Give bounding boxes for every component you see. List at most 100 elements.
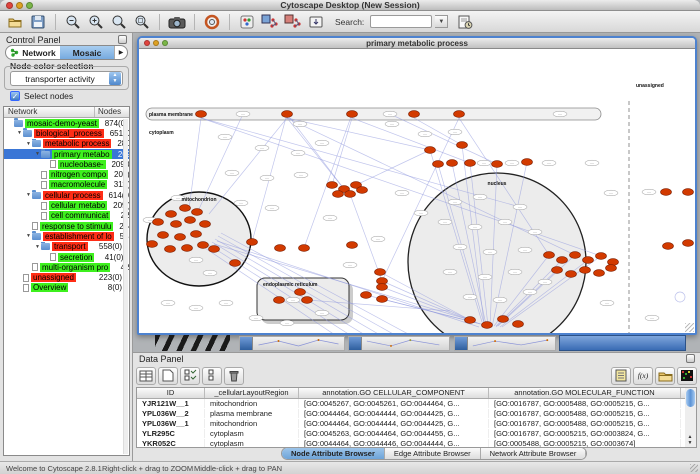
tree-scrollbar[interactable] [123, 119, 128, 454]
network-node-selected[interactable] [295, 289, 306, 296]
network-node-selected[interactable] [275, 245, 286, 252]
network-node-selected[interactable] [596, 253, 607, 260]
tree-row[interactable]: ▼biological_process651(0) [4, 128, 129, 138]
network-import-blue-icon[interactable] [260, 13, 280, 31]
tree-expander-icon[interactable]: ▼ [25, 233, 32, 239]
snapshot-camera-icon[interactable] [167, 13, 187, 31]
select-all-icon[interactable] [136, 367, 156, 385]
network-node-selected[interactable] [171, 221, 182, 228]
network-node-selected[interactable] [454, 111, 465, 118]
network-node-selected[interactable] [361, 292, 372, 299]
network-node-selected[interactable] [230, 260, 241, 267]
network-node-selected[interactable] [282, 111, 293, 118]
network-node-selected[interactable] [274, 297, 285, 304]
tree-row[interactable]: response to stimulu264(0) [4, 221, 129, 231]
close-network-button[interactable] [144, 40, 150, 46]
open-file-icon[interactable] [5, 13, 25, 31]
table-column-header[interactable]: ID [137, 388, 205, 398]
zoom-fit-icon[interactable] [132, 13, 152, 31]
formula-builder-icon[interactable]: f(x) [633, 367, 653, 385]
search-input[interactable] [370, 15, 432, 28]
tab-node-attribute-browser[interactable]: Node Attribute Browser [282, 448, 385, 459]
tab-edge-attribute-browser[interactable]: Edge Attribute Browser [385, 448, 481, 459]
tree-row[interactable]: cell communicat22(0) [4, 211, 129, 221]
help-lifering-icon[interactable] [202, 13, 222, 31]
network-node-selected[interactable] [522, 159, 533, 166]
tree-row[interactable]: nucleobase-209(0) [4, 159, 129, 169]
network-node-selected[interactable] [465, 160, 476, 167]
minimize-window-button[interactable] [16, 2, 23, 9]
network-window-resize-grip[interactable] [685, 323, 694, 332]
network-node-selected[interactable] [498, 316, 509, 323]
float-panel-icon[interactable] [118, 35, 127, 44]
table-column-header[interactable]: annotation.GO CELLULAR_COMPONENT [299, 388, 489, 398]
tree-expander-icon[interactable]: ▼ [25, 192, 32, 198]
zoom-out-icon[interactable] [63, 13, 83, 31]
network-node-selected[interactable] [375, 269, 386, 276]
network-node-selected[interactable] [606, 265, 617, 272]
tree-row[interactable]: Overview8(0) [4, 283, 129, 293]
network-import-red-icon[interactable] [283, 13, 303, 31]
tree-expander-icon[interactable]: ▼ [34, 151, 41, 157]
network-node-selected[interactable] [594, 270, 605, 277]
network-node-selected[interactable] [583, 257, 594, 264]
tree-expander-icon[interactable]: ▼ [25, 141, 32, 147]
network-node-selected[interactable] [192, 209, 203, 216]
table-scrollbar[interactable]: ▲▼ [685, 387, 697, 448]
zoom-selected-icon[interactable] [109, 13, 129, 31]
tab-network-attribute-browser[interactable]: Network Attribute Browser [481, 448, 587, 459]
network-node-selected[interactable] [165, 246, 176, 253]
table-row[interactable]: YLR295Ccytoplasm[GO:0045263, GO:0044464,… [137, 429, 687, 439]
network-node-selected[interactable] [492, 161, 503, 168]
network-node-selected[interactable] [153, 219, 164, 226]
save-session-icon[interactable] [28, 13, 48, 31]
network-node-selected[interactable] [377, 284, 388, 291]
network-node-selected[interactable] [182, 245, 193, 252]
delete-attribute-icon[interactable] [224, 367, 244, 385]
tree-row[interactable]: ▼transport558(0) [4, 242, 129, 252]
import-attributes-icon[interactable] [655, 367, 675, 385]
network-node-selected[interactable] [333, 191, 344, 198]
tab-mosaic[interactable]: Mosaic [60, 46, 114, 59]
tree-row[interactable]: nitrogen compo209(0) [4, 169, 129, 179]
select-nodes-checkbox[interactable]: ✓ [10, 91, 20, 101]
network-node-selected[interactable] [661, 189, 672, 196]
tree-row[interactable]: mosaic-demo-yeast874(0) [4, 118, 129, 128]
network-node-selected[interactable] [566, 271, 577, 278]
network-node-selected[interactable] [299, 245, 310, 252]
float-panel-icon[interactable] [686, 354, 695, 363]
network-node-selected[interactable] [457, 142, 468, 149]
tree-expander-icon[interactable]: ▼ [16, 130, 23, 136]
minimized-window-1[interactable] [239, 336, 345, 351]
tree-row[interactable]: ▼primary metabo209(... [4, 149, 129, 159]
search-config-icon[interactable] [455, 13, 475, 31]
network-node-selected[interactable] [185, 217, 196, 224]
table-row[interactable]: YJR121W__1mitochondrion[GO:0045267, GO:0… [137, 399, 687, 409]
tree-col-network[interactable]: Network [4, 107, 95, 117]
network-node-selected[interactable] [180, 205, 191, 212]
app-resize-grip[interactable] [690, 464, 698, 472]
minimized-window-3[interactable] [454, 336, 556, 351]
table-scrollbar-thumb[interactable] [686, 389, 695, 407]
minimized-window-4[interactable] [559, 335, 686, 351]
minimized-window-2[interactable] [348, 336, 450, 351]
table-column-header[interactable]: annotation.GO MOLECULAR_FUNCTION [489, 388, 681, 398]
tree-row[interactable]: ▼cellular process614(0) [4, 190, 129, 200]
attribute-notes-icon[interactable] [611, 367, 631, 385]
zoom-in-icon[interactable] [86, 13, 106, 31]
network-node-selected[interactable] [513, 321, 524, 328]
network-node-selected[interactable] [147, 241, 158, 248]
network-node-selected[interactable] [198, 242, 209, 249]
network-node-selected[interactable] [608, 259, 619, 266]
network-window-titlebar[interactable]: primary metabolic process [139, 38, 695, 49]
tab-overflow-arrow[interactable]: ▶ [114, 46, 127, 59]
network-node-selected[interactable] [447, 160, 458, 167]
network-node-selected[interactable] [200, 221, 211, 228]
network-node-selected[interactable] [357, 187, 368, 194]
region-plasma-membrane[interactable] [146, 108, 601, 120]
network-node-selected[interactable] [557, 257, 568, 264]
network-node-selected[interactable] [175, 234, 186, 241]
network-canvas[interactable]: ········································… [139, 49, 695, 333]
table-scrollbar-arrows[interactable]: ▲▼ [685, 434, 695, 446]
tree-row[interactable]: cellular metabo209(0) [4, 200, 129, 210]
